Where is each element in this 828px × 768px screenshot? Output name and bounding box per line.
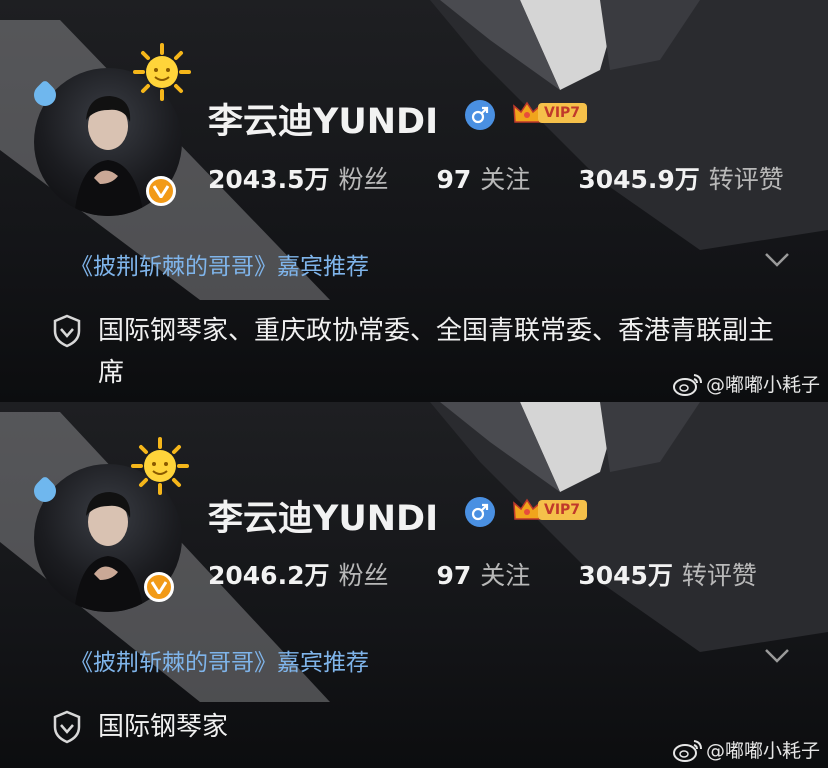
stat-label: 粉丝 — [338, 561, 389, 590]
chevron-down-icon[interactable] — [764, 647, 790, 665]
guest-recommendation-bar[interactable]: 《披荆斩棘的哥哥》嘉宾推荐 — [38, 637, 808, 681]
stat-value: 97 — [436, 165, 472, 194]
stat-label: 转评赞 — [708, 165, 784, 194]
watermark-text: @嘟嘟小耗子 — [705, 740, 820, 762]
vip-level-label: VIP7 — [538, 500, 588, 520]
stat-value: 3045万 — [578, 561, 673, 590]
stat-value: 97 — [436, 561, 472, 590]
stat-reposts-comments-likes[interactable]: 3045.9万 转评赞 — [578, 160, 784, 196]
watermark: @嘟嘟小耗子 — [672, 736, 820, 763]
verified-icon — [146, 176, 176, 206]
stat-following[interactable]: 97 关注 — [437, 556, 531, 592]
guest-recommendation-link[interactable]: 《披荆斩棘的哥哥》嘉宾推荐 — [70, 247, 369, 281]
stat-value: 2043.5万 — [208, 165, 330, 194]
stat-label: 粉丝 — [338, 165, 389, 194]
profile-stats: 2046.2万 粉丝 97 关注 3045万 转评赞 — [208, 556, 757, 592]
verified-icon — [144, 572, 174, 602]
shield-icon — [53, 710, 81, 744]
stat-value: 2046.2万 — [208, 561, 330, 590]
shield-icon — [53, 314, 81, 348]
stat-following[interactable]: 97 关注 — [437, 160, 531, 196]
profile-header-before: 李云迪YUNDI VIP7 2043.5万 粉丝 97 关注 3045.9万 转… — [0, 0, 828, 402]
vip-badge[interactable]: VIP7 — [512, 497, 588, 523]
male-icon — [465, 497, 495, 527]
weibo-logo-icon — [672, 373, 702, 396]
sun-icon — [133, 43, 191, 101]
watermark: @嘟嘟小耗子 — [672, 370, 820, 397]
stat-label: 关注 — [480, 561, 531, 590]
stat-reposts-comments-likes[interactable]: 3045万 转评赞 — [578, 556, 757, 592]
profile-header-after: 李云迪YUNDI VIP7 2046.2万 粉丝 97 关注 3045万 转评赞… — [0, 402, 828, 768]
profile-name: 李云迪YUNDI — [208, 102, 439, 142]
male-icon — [465, 100, 495, 130]
profile-stats: 2043.5万 粉丝 97 关注 3045.9万 转评赞 — [208, 160, 784, 196]
stat-value: 3045.9万 — [578, 165, 700, 194]
vip-badge[interactable]: VIP7 — [512, 100, 588, 126]
vip-level-label: VIP7 — [538, 103, 588, 123]
sun-icon — [131, 437, 189, 495]
chevron-down-icon[interactable] — [764, 251, 790, 269]
guest-recommendation-bar[interactable]: 《披荆斩棘的哥哥》嘉宾推荐 — [38, 241, 808, 285]
weibo-logo-icon — [672, 739, 702, 762]
watermark-text: @嘟嘟小耗子 — [705, 374, 820, 396]
guest-recommendation-link[interactable]: 《披荆斩棘的哥哥》嘉宾推荐 — [70, 643, 369, 677]
stat-followers[interactable]: 2043.5万 粉丝 — [208, 160, 389, 196]
stat-label: 关注 — [480, 165, 531, 194]
stat-label: 转评赞 — [681, 561, 757, 590]
profile-name: 李云迪YUNDI — [208, 499, 439, 539]
stat-followers[interactable]: 2046.2万 粉丝 — [208, 556, 389, 592]
